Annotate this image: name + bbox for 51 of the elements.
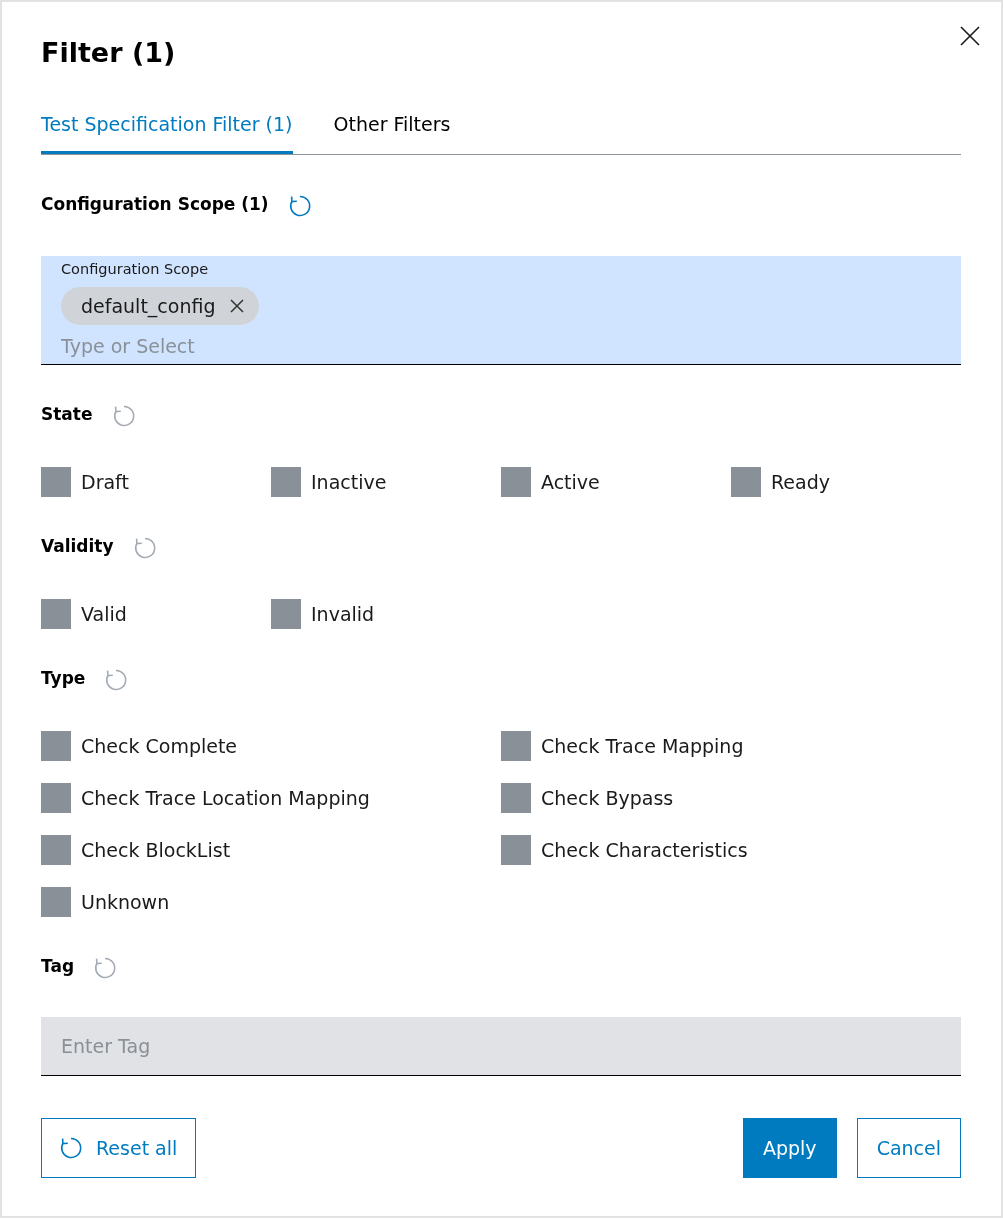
checkbox-label: Unknown [81,890,170,915]
checkbox[interactable] [501,835,531,865]
checkbox[interactable] [41,731,71,761]
checkbox-label: Check Complete [81,734,238,759]
section-heading: Type [41,667,86,690]
reset-icon[interactable] [132,535,157,560]
checkbox[interactable] [41,783,71,813]
cancel-button[interactable]: Cancel [856,1118,961,1178]
dialog-title: Filter (1) [41,36,176,70]
checkbox-label: Draft [81,470,129,495]
field-label: Configuration Scope [61,260,209,278]
checkbox[interactable] [731,467,761,497]
remove-icon[interactable] [229,299,244,313]
checkbox[interactable] [41,835,71,865]
checkbox[interactable] [271,467,301,497]
checkbox[interactable] [271,599,301,629]
checkbox-label: Invalid [311,602,375,627]
reset-all-button[interactable]: Reset all [41,1118,197,1178]
type-or-select-input[interactable]: Type or Select [61,335,941,357]
apply-button[interactable]: Apply [742,1118,837,1178]
checkbox-label: Ready [771,470,830,495]
checkbox-label: Check Characteristics [541,838,748,863]
section-heading: Validity [41,535,114,558]
checkbox-label: Check Bypass [541,786,674,811]
tag-input-field[interactable]: Enter Tag [41,1017,961,1076]
checkbox[interactable] [501,467,531,497]
chip-label: default_config [81,295,216,317]
reset-icon[interactable] [111,403,136,428]
section-heading: Configuration Scope (1) [41,193,269,216]
checkbox[interactable] [41,599,71,629]
checkbox-label: Valid [81,602,127,627]
checkbox-label: Inactive [311,470,387,495]
checkbox[interactable] [41,887,71,917]
reset-icon[interactable] [287,193,312,218]
section-heading: Tag [41,955,75,978]
reset-icon[interactable] [93,955,118,980]
close-button[interactable] [960,26,980,46]
close-icon [960,26,980,46]
reset-icon [59,1136,83,1160]
tab[interactable]: Other Filters [333,112,451,154]
checkbox-label: Check BlockList [81,838,231,863]
configuration-scope-field[interactable]: Configuration Scope default_config Type or Select [41,256,961,365]
checkbox[interactable] [501,731,531,761]
section-heading: State [41,403,93,426]
checkbox[interactable] [41,467,71,497]
reset-icon[interactable] [104,667,129,692]
checkbox-label: Check Trace Location Mapping [81,786,370,811]
checkbox-label: Check Trace Mapping [541,734,744,759]
checkbox[interactable] [501,783,531,813]
checkbox-label: Active [541,470,600,495]
tab[interactable]: Test Specification Filter (1) [41,112,293,154]
